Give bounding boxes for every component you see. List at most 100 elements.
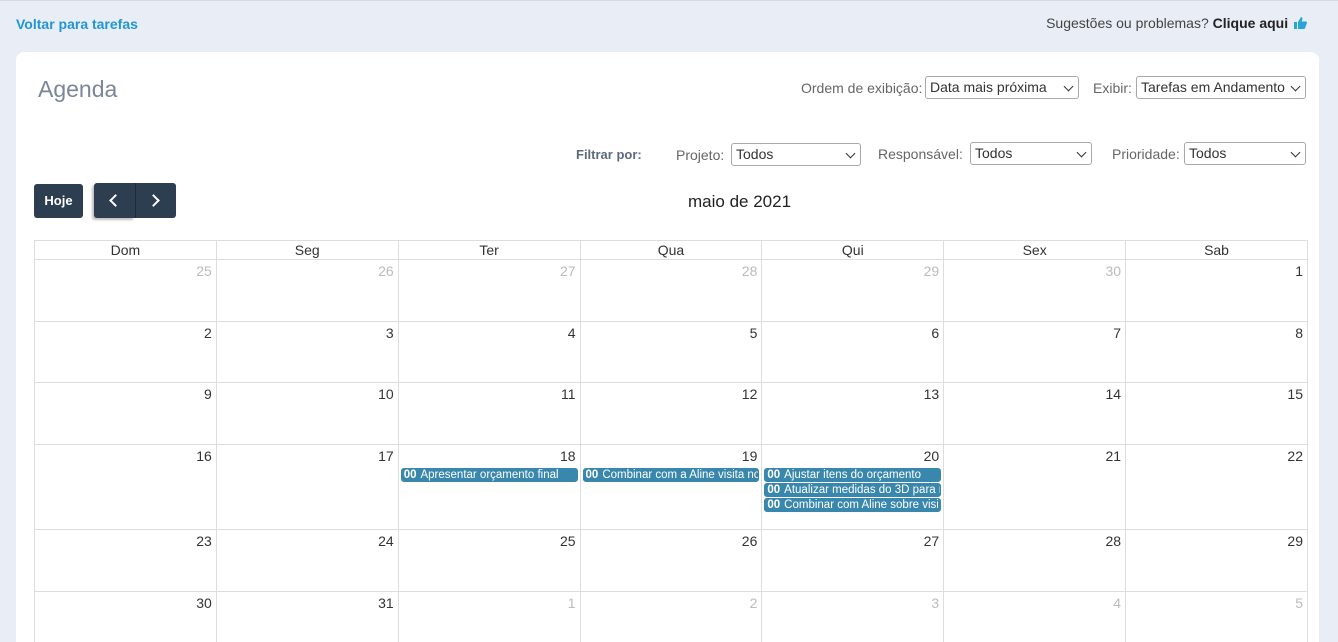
calendar-day-cell[interactable]: 20 00 Ajustar itens do orçamento 00 Atualiza…: [761, 444, 945, 530]
calendar-week-row: 23 24 25 26 27 28 29: [34, 529, 1308, 592]
calendar-day-cell[interactable]: 1: [1125, 259, 1308, 322]
responsible-label: Responsável:: [878, 146, 963, 162]
order-label: Ordem de exibição:: [801, 80, 923, 96]
calendar-day-cell[interactable]: 12: [579, 382, 763, 445]
calendar-event[interactable]: 00 Apresentar orçamento final: [400, 468, 578, 482]
weekday-header: Sab: [1125, 240, 1308, 260]
calendar-day-cell[interactable]: 28: [579, 259, 763, 322]
day-number: 3: [385, 325, 394, 341]
weekday-header: Ter: [397, 240, 581, 260]
day-number: 4: [1113, 595, 1122, 611]
calendar-event[interactable]: 00 Ajustar itens do orçamento: [764, 468, 942, 482]
back-to-tasks-link[interactable]: Voltar para tarefas: [16, 16, 138, 32]
calendar-event[interactable]: 00 Combinar com a Aline visita no: [582, 468, 760, 482]
calendar-day-cell[interactable]: 23: [34, 529, 217, 592]
calendar-day-cell[interactable]: 8: [1125, 321, 1308, 383]
calendar-day-cell[interactable]: 22: [1125, 444, 1308, 530]
next-month-button[interactable]: [135, 183, 176, 218]
day-number: 9: [204, 386, 212, 402]
suggestions-link[interactable]: Clique aqui: [1213, 15, 1288, 31]
calendar-day-cell[interactable]: 25: [397, 529, 581, 592]
project-label: Projeto:: [676, 147, 725, 163]
calendar-week-row: 2 3 4 5 6 7 8: [34, 321, 1308, 383]
calendar-day-cell[interactable]: 24: [215, 529, 399, 592]
calendar-day-cell[interactable]: 14: [943, 382, 1127, 445]
calendar-day-cell[interactable]: 2: [34, 321, 217, 383]
event-title: Combinar com Aline sobre visi: [784, 499, 939, 511]
show-label: Exibir:: [1093, 80, 1132, 96]
calendar-day-cell[interactable]: 3: [761, 591, 945, 642]
calendar-day-cell[interactable]: 15: [1125, 382, 1308, 445]
today-button[interactable]: Hoje: [34, 184, 83, 218]
project-select[interactable]: Todos: [731, 143, 861, 166]
calendar-week-row: 25 26 27 28 29 30 1: [34, 259, 1308, 322]
calendar-day-cell[interactable]: 28: [943, 529, 1127, 592]
calendar-body: 25 26 27 28 29 30 1 2 3 4 5 6 7 8 9 10 11 12 13 14 15 16 17 18 0…: [34, 259, 1308, 642]
day-number: 30: [196, 595, 212, 611]
day-number: 12: [741, 386, 758, 402]
calendar-day-cell[interactable]: 9: [34, 382, 217, 445]
calendar-day-cell[interactable]: 2: [579, 591, 763, 642]
show-select[interactable]: Tarefas em Andamento: [1136, 76, 1306, 99]
calendar-week-row: 9 10 11 12 13 14 15: [34, 382, 1308, 445]
day-number: 31: [378, 595, 394, 611]
calendar-day-cell[interactable]: 26: [215, 259, 399, 322]
calendar-day-cell[interactable]: 16: [34, 444, 217, 530]
calendar-day-cell[interactable]: 7: [943, 321, 1127, 383]
day-number: 8: [1295, 325, 1303, 341]
calendar-day-cell[interactable]: 19 00 Combinar com a Aline visita no: [579, 444, 763, 530]
weekday-header: Dom: [34, 240, 217, 260]
calendar-day-cell[interactable]: 31: [215, 591, 399, 642]
calendar-event[interactable]: 00 Atualizar medidas do 3D para r: [764, 483, 942, 497]
calendar-day-cell[interactable]: 26: [579, 529, 763, 592]
day-number: 20: [923, 448, 940, 464]
calendar-day-cell[interactable]: 18 00 Apresentar orçamento final: [397, 444, 581, 530]
chevron-down-icon: [1076, 147, 1087, 158]
day-number: 27: [923, 533, 940, 549]
calendar-day-cell[interactable]: 11: [397, 382, 581, 445]
day-number: 26: [741, 533, 758, 549]
calendar-day-cell[interactable]: 25: [34, 259, 217, 322]
day-number: 28: [741, 263, 758, 279]
prev-month-button[interactable]: [94, 183, 135, 218]
calendar-day-cell[interactable]: 10: [215, 382, 399, 445]
priority-select[interactable]: Todos: [1184, 142, 1306, 165]
priority-select-value: Todos: [1189, 145, 1227, 161]
day-number: 29: [923, 263, 940, 279]
month-title: maio de 2021: [688, 192, 792, 211]
calendar-event[interactable]: 00 Combinar com Aline sobre visi: [764, 498, 942, 512]
chevron-right-icon: [147, 194, 160, 207]
order-select-value: Data mais próxima: [930, 79, 1047, 95]
calendar-day-cell[interactable]: 21: [943, 444, 1127, 530]
day-number: 1: [567, 595, 576, 611]
day-number: 6: [931, 325, 940, 341]
calendar-day-cell[interactable]: 1: [397, 591, 581, 642]
calendar-day-cell[interactable]: 3: [215, 321, 399, 383]
day-number: 16: [196, 448, 212, 464]
day-number: 23: [196, 533, 212, 549]
calendar-day-cell[interactable]: 29: [761, 259, 945, 322]
event-title: Ajustar itens do orçamento: [784, 469, 921, 481]
calendar-day-cell[interactable]: 27: [397, 259, 581, 322]
order-select[interactable]: Data mais próxima: [925, 76, 1079, 99]
calendar-grid: Dom Seg Ter Qua Qui Sex Sab 25 26 27 28 29 30 1 2 3 4 5 6…: [34, 240, 1308, 642]
calendar-day-cell[interactable]: 17: [215, 444, 399, 530]
chevron-left-icon: [109, 194, 122, 207]
calendar-day-cell[interactable]: 29: [1125, 529, 1308, 592]
calendar-day-cell[interactable]: 30: [943, 259, 1127, 322]
day-number: 30: [1105, 263, 1122, 279]
event-title: Atualizar medidas do 3D para r: [784, 484, 942, 496]
day-number: 22: [1287, 448, 1303, 464]
calendar-day-cell[interactable]: 4: [943, 591, 1127, 642]
calendar-day-cell[interactable]: 4: [397, 321, 581, 383]
responsible-select[interactable]: Todos: [970, 142, 1092, 165]
calendar-day-cell[interactable]: 5: [579, 321, 763, 383]
calendar-day-cell[interactable]: 27: [761, 529, 945, 592]
calendar-day-cell[interactable]: 30: [34, 591, 217, 642]
calendar-day-cell[interactable]: 13: [761, 382, 945, 445]
calendar-day-cell[interactable]: 5: [1125, 591, 1308, 642]
calendar-week-row: 16 17 18 00 Apresentar orçamento final 19 00 Co…: [34, 444, 1308, 530]
calendar-day-cell[interactable]: 6: [761, 321, 945, 383]
event-time: 00: [767, 499, 781, 511]
page-title: Agenda: [38, 76, 118, 102]
